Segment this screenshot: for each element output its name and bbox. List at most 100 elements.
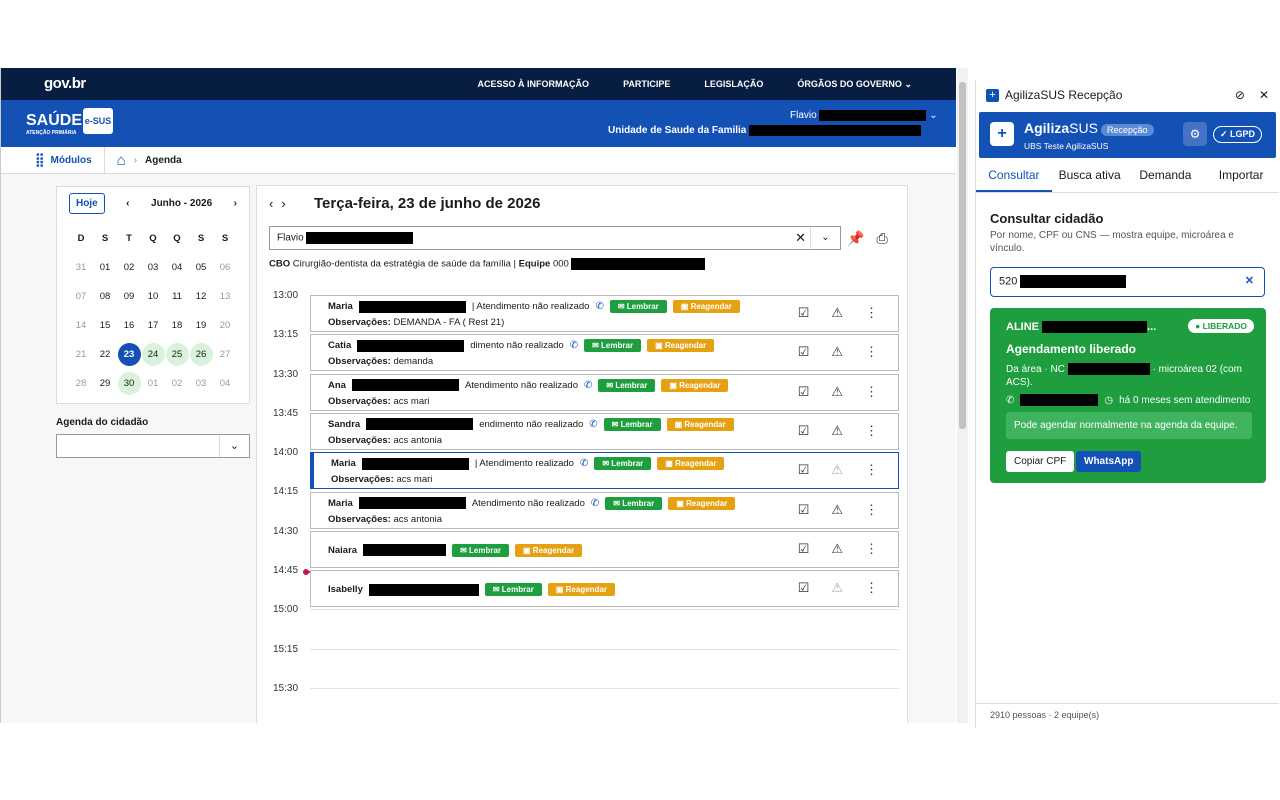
reschedule-button[interactable]: ▣ Reagendar [657, 457, 725, 471]
next-day-button[interactable]: › [281, 196, 293, 211]
user-warning-icon[interactable]: ⚠ [831, 541, 843, 557]
chevron-down-icon[interactable]: ⌄ [810, 227, 840, 249]
phone-icon[interactable]: ✆ [589, 419, 597, 430]
calendar-day[interactable]: 23 [117, 340, 141, 369]
calendar-day[interactable]: 27 [213, 340, 237, 369]
reschedule-button[interactable]: ▣ Reagendar [647, 339, 715, 353]
remind-button[interactable]: ✉ Lembrar [605, 496, 663, 510]
calendar-day[interactable]: 21 [69, 340, 93, 369]
print-icon[interactable]: ⎙ [876, 230, 887, 247]
reschedule-button[interactable]: ▣ Reagendar [661, 378, 729, 392]
calendar-day[interactable]: 04 [213, 369, 237, 398]
more-options-icon[interactable]: ⋮ [865, 384, 878, 400]
calendar-day[interactable]: 12 [189, 282, 213, 311]
clear-icon[interactable]: ✕ [795, 230, 806, 246]
reschedule-button[interactable]: ▣ Reagendar [672, 300, 740, 313]
appointment-card[interactable]: Ana Atendimento não realizado ✆ ✉ Lembrar ▣ … [310, 373, 899, 411]
phone-icon[interactable]: ✆ [570, 340, 578, 351]
close-icon[interactable]: ✕ [1259, 88, 1269, 102]
checklist-icon[interactable]: ☑ [798, 384, 810, 400]
reschedule-button[interactable]: ▣ Reagendar [547, 583, 615, 597]
more-options-icon[interactable]: ⋮ [865, 462, 878, 478]
link-orgaos-governo[interactable]: ÓRGÃOS DO GOVERNO ⌄ [797, 79, 912, 90]
calendar-day[interactable]: 14 [69, 311, 93, 340]
remind-button[interactable]: ✉ Lembrar [594, 457, 652, 471]
more-options-icon[interactable]: ⋮ [865, 541, 878, 557]
appointment-card[interactable]: Isabelly ✉ Lembrar ▣ Reagendar ☑ ⚠ ⋮ [310, 570, 899, 608]
calendar-day[interactable]: 18 [165, 311, 189, 340]
calendar-day[interactable]: 04 [165, 253, 189, 282]
professional-select[interactable]: Flavio ✕ ⌄ [269, 226, 841, 250]
appointment-card[interactable]: Catia dimento não realizado ✆ ✉ Lembrar ▣ Re… [310, 334, 899, 372]
tab-demanda[interactable]: Demanda [1128, 158, 1204, 192]
more-options-icon[interactable]: ⋮ [865, 580, 878, 596]
remind-button[interactable]: ✉ Lembrar [484, 583, 542, 597]
calendar-day[interactable]: 02 [165, 369, 189, 398]
prev-day-button[interactable]: ‹ [269, 196, 281, 211]
user-warning-icon[interactable]: ⚠ [831, 344, 843, 360]
remind-button[interactable]: ✉ Lembrar [584, 339, 642, 353]
calendar-day[interactable]: 11 [165, 282, 189, 311]
lgpd-badge[interactable]: ✓ LGPD [1213, 126, 1263, 143]
user-warning-icon[interactable]: ⚠ [831, 423, 843, 439]
appointment-card[interactable]: Naiara ✉ Lembrar ▣ Reagendar ☑ ⚠ ⋮ [310, 530, 899, 568]
calendar-day[interactable]: 24 [141, 340, 165, 369]
user-warning-icon[interactable]: ⚠ [831, 305, 843, 321]
link-participe[interactable]: PARTICIPE [623, 79, 670, 90]
calendar-day[interactable]: 28 [69, 369, 93, 398]
link-acesso-informacao[interactable]: ACESSO À INFORMAÇÃO [478, 79, 590, 90]
reschedule-button[interactable]: ▣ Reagendar [666, 417, 734, 431]
clear-icon[interactable]: ✕ [1245, 274, 1254, 287]
today-button[interactable]: Hoje [69, 193, 105, 214]
citizen-search-input[interactable]: 520 ✕ [990, 267, 1265, 297]
calendar-day[interactable]: 03 [189, 369, 213, 398]
calendar-day[interactable]: 10 [141, 282, 165, 311]
calendar-day[interactable]: 16 [117, 311, 141, 340]
checklist-icon[interactable]: ☑ [798, 541, 810, 557]
more-options-icon[interactable]: ⋮ [865, 423, 878, 439]
user-warning-icon[interactable]: ⚠ [831, 462, 843, 478]
gear-icon[interactable]: ⚙ [1183, 122, 1207, 146]
modules-button[interactable]: ⣿ Módulos [35, 152, 92, 168]
calendar-day[interactable]: 30 [117, 369, 141, 398]
phone-icon[interactable]: ✆ [591, 498, 599, 509]
calendar-day[interactable]: 15 [93, 311, 117, 340]
more-options-icon[interactable]: ⋮ [865, 305, 878, 321]
checklist-icon[interactable]: ☑ [798, 462, 810, 478]
checklist-icon[interactable]: ☑ [798, 305, 810, 321]
calendar-day[interactable]: 25 [165, 340, 189, 369]
whatsapp-button[interactable]: WhatsApp [1076, 451, 1142, 472]
unpin-icon[interactable]: ⊘ [1235, 88, 1245, 102]
checklist-icon[interactable]: ☑ [798, 502, 810, 518]
calendar-day[interactable]: 29 [93, 369, 117, 398]
more-options-icon[interactable]: ⋮ [865, 344, 878, 360]
calendar-day[interactable]: 03 [141, 253, 165, 282]
pin-icon[interactable]: 📌 [847, 230, 864, 247]
phone-icon[interactable]: ✆ [580, 458, 588, 469]
calendar-day[interactable]: 31 [69, 253, 93, 282]
user-warning-icon[interactable]: ⚠ [831, 502, 843, 518]
reschedule-button[interactable]: ▣ Reagendar [515, 543, 583, 557]
phone-icon[interactable]: ✆ [595, 301, 603, 312]
checklist-icon[interactable]: ☑ [798, 580, 810, 596]
remind-button[interactable]: ✉ Lembrar [598, 378, 656, 392]
appointment-card[interactable]: Maria | Atendimento realizado ✆ ✉ Lembrar ▣ … [310, 452, 899, 490]
next-month-button[interactable]: › [234, 198, 237, 209]
phone-icon[interactable]: ✆ [584, 380, 592, 391]
more-options-icon[interactable]: ⋮ [865, 502, 878, 518]
main-scrollbar[interactable] [957, 68, 968, 723]
calendar-day[interactable]: 01 [93, 253, 117, 282]
user-warning-icon[interactable]: ⚠ [831, 580, 843, 596]
calendar-day[interactable]: 20 [213, 311, 237, 340]
appointment-card[interactable]: Maria Atendimento não realizado ✆ ✉ Lembrar… [310, 491, 899, 529]
remind-button[interactable]: ✉ Lembrar [609, 300, 667, 313]
calendar-day[interactable]: 26 [189, 340, 213, 369]
reschedule-button[interactable]: ▣ Reagendar [668, 496, 736, 510]
calendar-day[interactable]: 06 [213, 253, 237, 282]
home-icon[interactable]: ⌂ [117, 152, 126, 169]
tab-importar[interactable]: Importar [1203, 158, 1279, 192]
prev-month-button[interactable]: ‹ [126, 198, 129, 209]
calendar-day[interactable]: 02 [117, 253, 141, 282]
calendar-day[interactable]: 07 [69, 282, 93, 311]
copy-cpf-button[interactable]: Copiar CPF [1006, 451, 1075, 472]
